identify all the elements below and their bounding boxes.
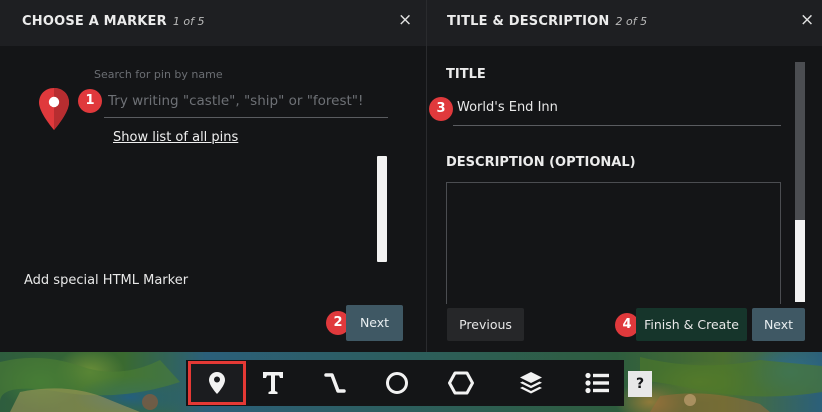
map-pin-icon: [39, 88, 69, 130]
polygon-tool-button[interactable]: [436, 360, 486, 406]
map-toolbar: ?: [186, 360, 652, 406]
description-textarea[interactable]: [446, 182, 781, 304]
title-description-title: TITLE & DESCRIPTION 2 of 5: [447, 14, 647, 29]
panel-step-indicator: 2 of 5: [615, 15, 648, 28]
title-input[interactable]: [453, 96, 781, 126]
panel-step-indicator: 1 of 5: [172, 15, 205, 28]
title-field-label: TITLE: [446, 67, 486, 82]
panel-title-text: TITLE & DESCRIPTION: [447, 14, 610, 29]
close-icon[interactable]: ×: [800, 12, 814, 29]
finish-and-create-button[interactable]: Finish & Create: [636, 308, 747, 341]
marker-next-button[interactable]: Next: [346, 305, 403, 341]
marker-tool-button[interactable]: [188, 361, 246, 405]
title-description-header: TITLE & DESCRIPTION 2 of 5 ×: [427, 0, 822, 46]
pin-list-scrollbar[interactable]: [377, 156, 387, 262]
show-all-pins-link[interactable]: Show list of all pins: [113, 130, 238, 145]
description-field-label: DESCRIPTION (OPTIONAL): [446, 155, 636, 170]
list-tool-button[interactable]: [572, 360, 622, 406]
circle-tool-button[interactable]: [372, 360, 422, 406]
choose-marker-panel: CHOOSE A MARKER 1 of 5 × Search for pin b…: [0, 0, 426, 352]
map-pin-icon: [209, 372, 225, 394]
path-tool-button[interactable]: [310, 360, 360, 406]
previous-button[interactable]: Previous: [447, 308, 524, 341]
add-html-marker-option[interactable]: Add special HTML Marker: [24, 273, 188, 288]
circle-icon: [386, 372, 408, 394]
panel-title-text: CHOOSE A MARKER: [22, 14, 167, 29]
choose-marker-title: CHOOSE A MARKER 1 of 5: [22, 14, 204, 29]
polygon-icon: [448, 371, 474, 395]
path-icon: [324, 373, 346, 393]
text-tool-button[interactable]: [248, 360, 298, 406]
layers-icon: [520, 372, 542, 394]
pin-search-input[interactable]: [104, 88, 388, 118]
step-badge-1: 1: [78, 89, 102, 113]
step-badge-3: 3: [429, 97, 453, 121]
title-next-button[interactable]: Next: [752, 308, 805, 341]
close-icon[interactable]: ×: [398, 12, 412, 29]
layers-tool-button[interactable]: [506, 360, 556, 406]
title-description-panel: TITLE & DESCRIPTION 2 of 5 × TITLE 3 DESC…: [426, 0, 822, 352]
text-icon: [263, 372, 283, 394]
list-icon: [585, 372, 609, 394]
choose-marker-header: CHOOSE A MARKER 1 of 5 ×: [0, 0, 426, 46]
help-button[interactable]: ?: [628, 371, 652, 397]
search-label: Search for pin by name: [94, 68, 223, 81]
form-scrollbar-thumb[interactable]: [795, 220, 805, 302]
